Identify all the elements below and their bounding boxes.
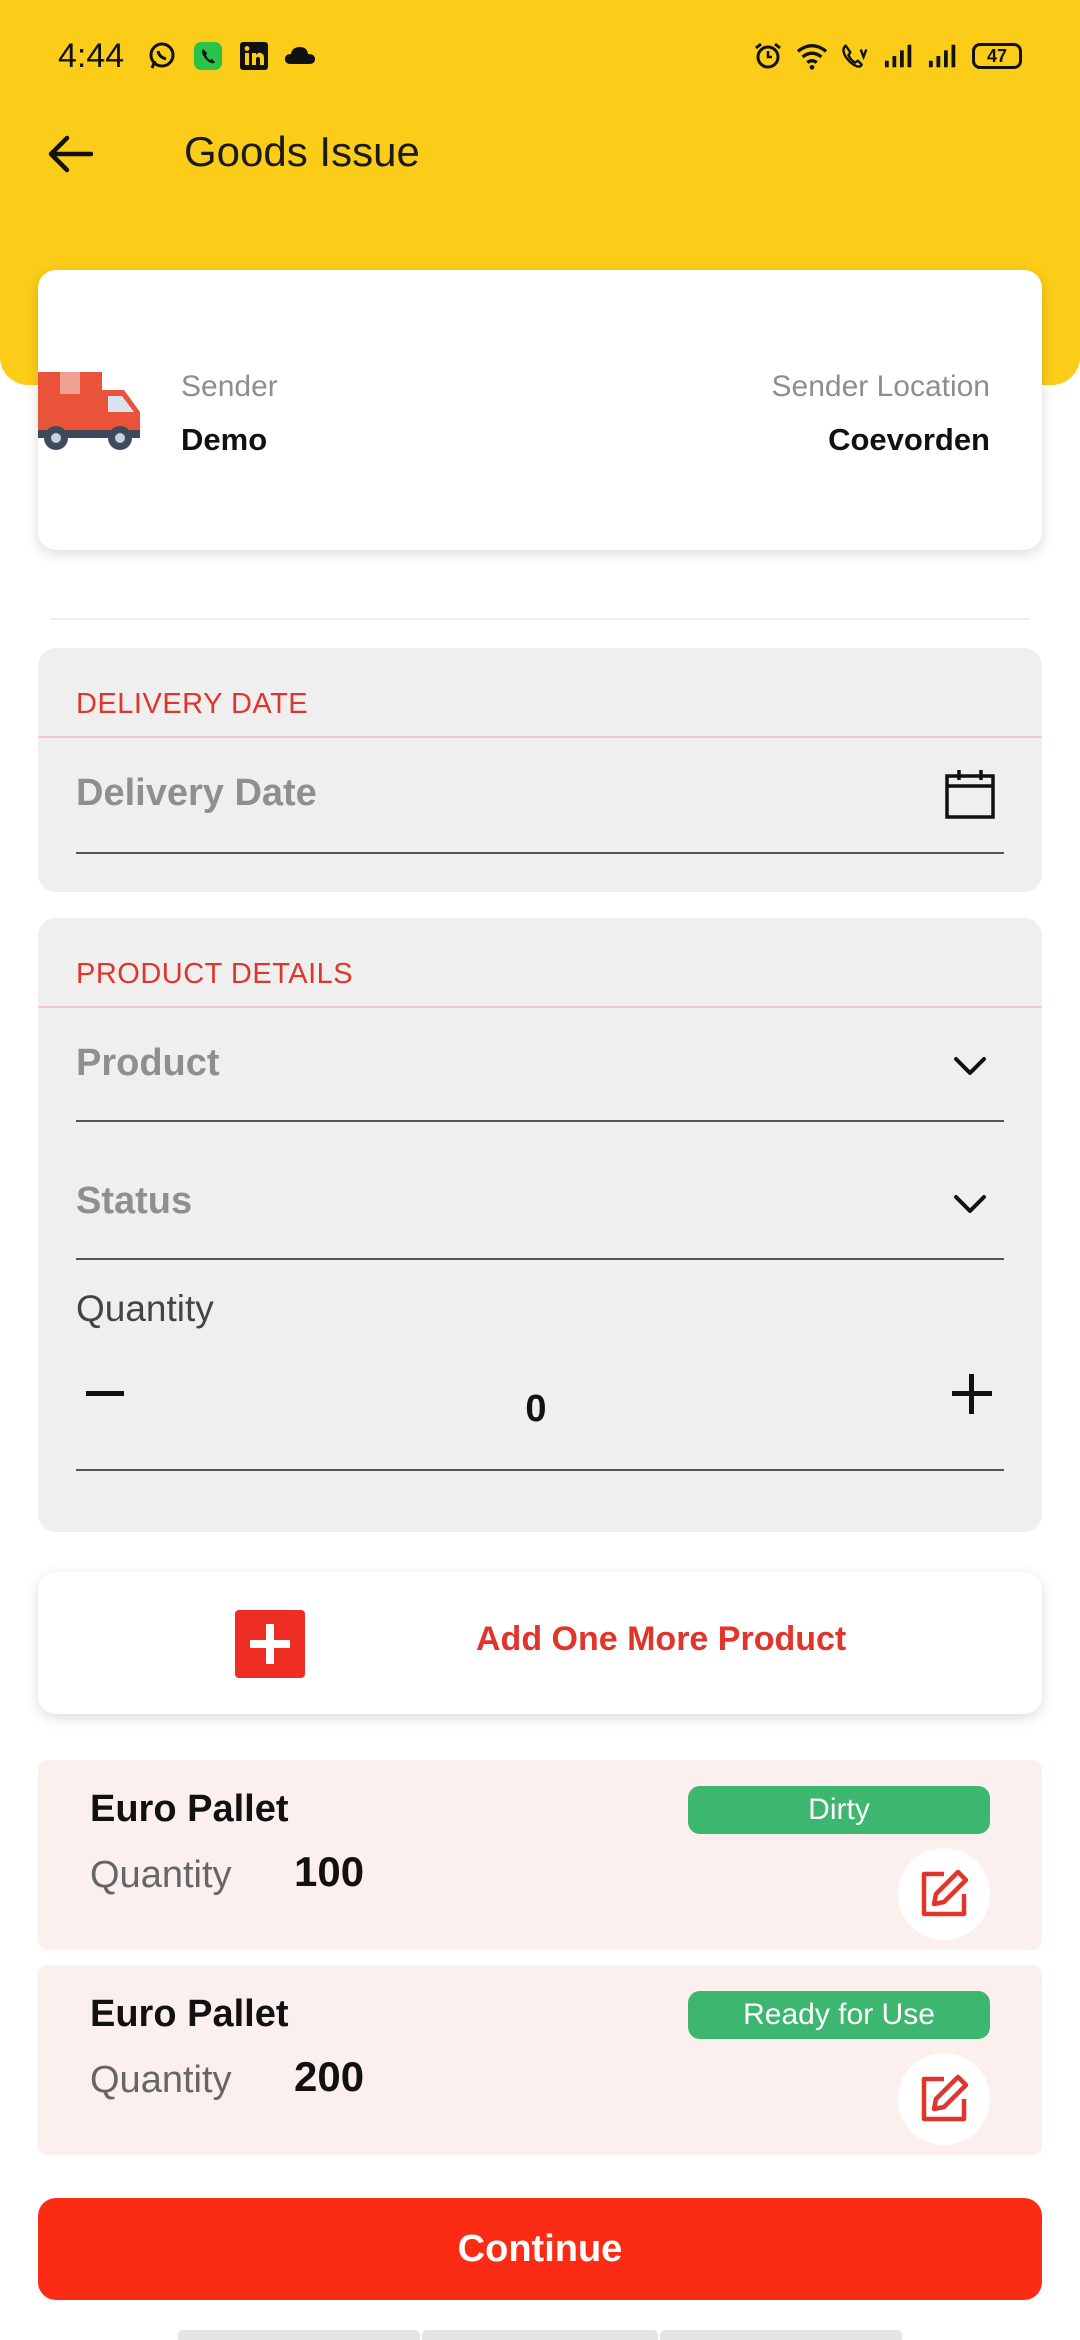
section-divider — [38, 1006, 1042, 1008]
arrow-left-icon — [48, 135, 93, 173]
minus-icon — [86, 1391, 124, 1396]
app-bar: Goods Issue — [0, 110, 1080, 194]
battery-indicator: 47 — [972, 43, 1022, 69]
page-title: Goods Issue — [184, 128, 420, 175]
nav-hint-bar — [422, 2330, 658, 2340]
delivery-date-placeholder: Delivery Date — [76, 772, 317, 814]
cloud-icon — [284, 40, 316, 72]
delivery-date-section: DELIVERY DATE Delivery Date — [38, 648, 1042, 892]
product-placeholder: Product — [76, 1042, 220, 1084]
edit-button[interactable] — [898, 2053, 990, 2145]
signal-icon — [884, 40, 916, 72]
wifi-icon — [796, 40, 828, 72]
sender-label: Sender — [181, 370, 278, 403]
quantity-label: Quantity — [76, 1288, 214, 1329]
add-product-label: Add One More Product — [476, 1620, 847, 1658]
linkedin-icon — [238, 40, 270, 72]
field-underline — [76, 1120, 1004, 1122]
edit-icon — [921, 2074, 969, 2122]
quantity-value: 0 — [525, 1388, 547, 1430]
section-divider — [38, 736, 1042, 738]
product-name: Euro Pallet — [90, 1993, 289, 2035]
product-details-section: PRODUCT DETAILS Product Status Quantity … — [38, 918, 1042, 1532]
status-bar: 4:44 47 — [0, 0, 1080, 112]
chevron-down-icon — [944, 1040, 996, 1092]
sender-location-value: Coevorden — [828, 422, 990, 457]
product-list-item: Euro Pallet Quantity 200 Ready for Use — [38, 1965, 1042, 2155]
edit-icon — [921, 1869, 969, 1917]
continue-button[interactable]: Continue — [38, 2198, 1042, 2300]
chevron-down-icon — [944, 1178, 996, 1230]
alarm-icon — [752, 40, 784, 72]
sender-value: Demo — [181, 422, 268, 457]
product-quantity-value: 100 — [294, 1848, 365, 1895]
whatsapp-icon — [146, 40, 178, 72]
back-button[interactable] — [44, 128, 96, 180]
product-list-item: Euro Pallet Quantity 100 Dirty — [38, 1760, 1042, 1950]
status-badge: Dirty — [688, 1786, 990, 1834]
nav-hint-bar — [660, 2330, 902, 2340]
section-title: PRODUCT DETAILS — [76, 958, 354, 990]
field-underline — [76, 1258, 1004, 1260]
product-name: Euro Pallet — [90, 1788, 289, 1830]
status-placeholder: Status — [76, 1180, 193, 1222]
status-time: 4:44 — [58, 36, 125, 75]
signal-icon — [928, 40, 960, 72]
divider — [50, 618, 1030, 620]
increment-button[interactable] — [942, 1364, 1002, 1424]
product-quantity-label: Quantity — [90, 2059, 232, 2101]
sender-card: Sender Demo Sender Location Coevorden — [38, 270, 1042, 550]
decrement-button[interactable] — [76, 1364, 136, 1424]
nav-hint-bar — [178, 2330, 420, 2340]
sender-location-label: Sender Location — [771, 370, 991, 403]
plus-icon — [235, 1610, 305, 1678]
plus-icon — [952, 1374, 992, 1414]
edit-button[interactable] — [898, 1848, 990, 1940]
volte-call-icon — [840, 40, 872, 72]
phone-app-icon — [192, 40, 224, 72]
calendar-icon[interactable] — [944, 768, 996, 820]
add-product-button[interactable]: Add One More Product — [38, 1572, 1042, 1714]
field-underline — [76, 852, 1004, 854]
truck-icon — [38, 370, 142, 454]
status-badge: Ready for Use — [688, 1991, 990, 2039]
section-title: DELIVERY DATE — [76, 688, 309, 720]
product-quantity-value: 200 — [294, 2053, 365, 2100]
product-quantity-label: Quantity — [90, 1854, 232, 1896]
field-underline — [76, 1469, 1004, 1471]
